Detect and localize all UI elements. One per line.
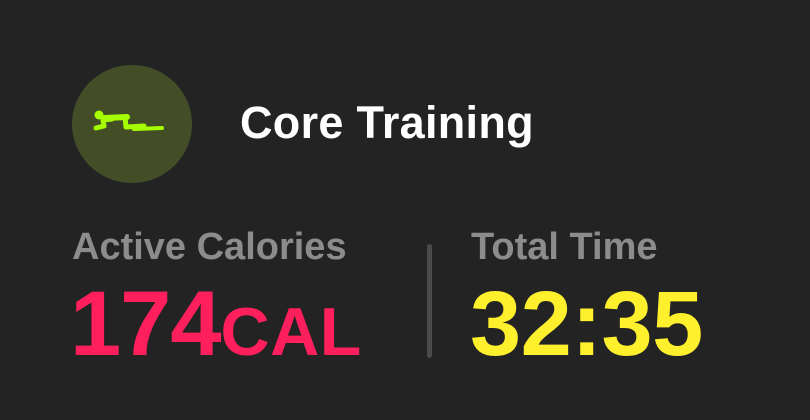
total-time-label: Total Time xyxy=(471,226,658,268)
workout-summary-card: Core Training Active Calories 174CAL Tot… xyxy=(0,0,810,420)
active-calories-label: Active Calories xyxy=(72,226,347,268)
core-training-icon xyxy=(72,65,192,183)
active-calories-value: 174CAL xyxy=(70,276,362,399)
workout-title: Core Training xyxy=(240,97,534,148)
active-calories-number: 174 xyxy=(70,273,221,375)
core-training-figure xyxy=(93,110,164,131)
active-calories-unit: CAL xyxy=(220,294,362,370)
total-time-value: 32:35 xyxy=(470,273,703,375)
stats-divider xyxy=(427,244,432,358)
